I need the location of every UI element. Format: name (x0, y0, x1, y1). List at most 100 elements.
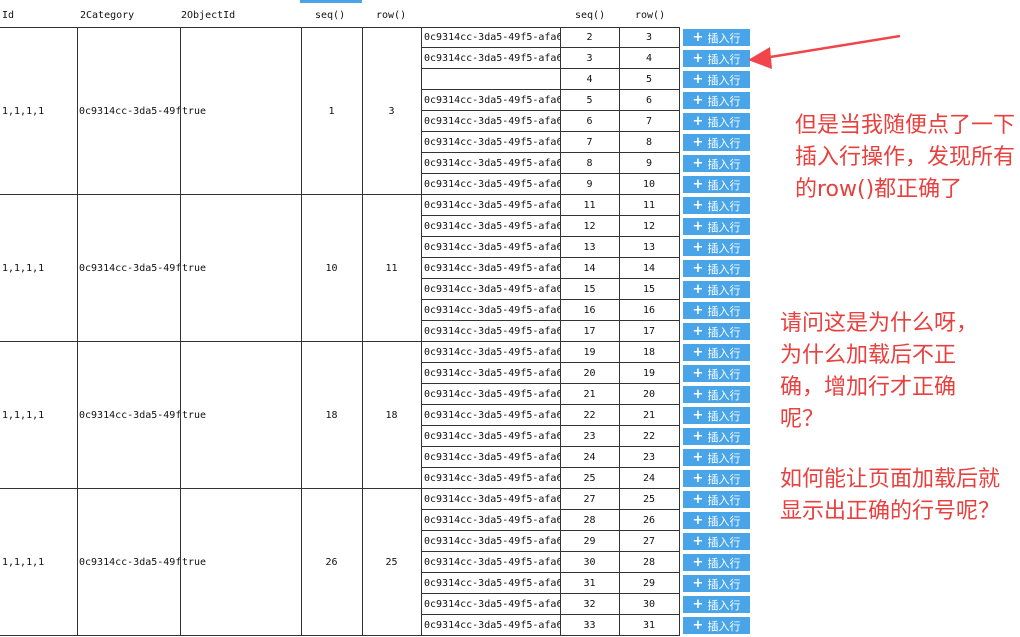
insert-row-button[interactable]: + 插入行 (683, 176, 750, 193)
row-seq-cell: 17 (560, 321, 620, 342)
row-row-cell: 11 (619, 195, 680, 216)
row-row-cell: 3 (619, 27, 680, 48)
row-seq-cell: 8 (560, 153, 620, 174)
insert-row-button[interactable]: + 插入行 (683, 113, 750, 130)
row-seq-cell: 15 (560, 279, 620, 300)
insert-row-button[interactable]: + 插入行 (683, 29, 750, 46)
annotation-note-2: 请问这是为什么呀，为什么加载后不正确，增加行才正确呢？ (780, 311, 979, 432)
row-id-cell: 0c9314cc-3da5-49f5-afa6 (421, 531, 561, 552)
plus-icon: + (692, 114, 704, 129)
insert-row-button[interactable]: + 插入行 (683, 428, 750, 445)
plus-icon: + (692, 513, 704, 528)
header-seq: seq() (315, 10, 346, 21)
row-row-cell: 22 (619, 426, 680, 447)
insert-row-button[interactable]: + 插入行 (683, 596, 750, 613)
insert-row-button[interactable]: + 插入行 (683, 575, 750, 592)
row-seq-cell: 14 (560, 258, 620, 279)
insert-row-button[interactable]: + 插入行 (683, 239, 750, 256)
row-id-cell: 0c9314cc-3da5-49f5-afa6 (421, 468, 561, 489)
insert-row-label: 插入行 (707, 304, 741, 318)
insert-row-button[interactable]: + 插入行 (683, 71, 750, 88)
insert-row-button[interactable]: + 插入行 (683, 302, 750, 319)
row-seq-cell: 33 (560, 615, 620, 636)
insert-row-button[interactable]: + 插入行 (683, 365, 750, 382)
insert-row-label: 插入行 (707, 157, 741, 171)
row-row-cell: 21 (619, 405, 680, 426)
row-seq-cell: 24 (560, 447, 620, 468)
insert-row-button[interactable]: + 插入行 (683, 386, 750, 403)
insert-row-button[interactable]: + 插入行 (683, 92, 750, 109)
row-seq-cell: 5 (560, 90, 620, 111)
insert-row-label: 插入行 (707, 94, 741, 108)
insert-row-label: 插入行 (707, 136, 741, 150)
insert-row-button[interactable]: + 插入行 (683, 407, 750, 424)
insert-row-button[interactable]: + 插入行 (683, 218, 750, 235)
row-id-cell: 0c9314cc-3da5-49f5-afa6 (421, 216, 561, 237)
row-seq-cell: 27 (560, 489, 620, 510)
insert-row-button[interactable]: + 插入行 (683, 197, 750, 214)
plus-icon: + (692, 534, 704, 549)
row-seq-cell: 28 (560, 510, 620, 531)
group-id-cell: 1,1,1,1 (0, 27, 78, 195)
plus-icon: + (692, 492, 704, 507)
plus-icon: + (692, 198, 704, 213)
insert-row-button[interactable]: + 插入行 (683, 491, 750, 508)
insert-row-button[interactable]: + 插入行 (683, 512, 750, 529)
row-id-cell: 0c9314cc-3da5-49f5-afa6 (421, 48, 561, 69)
insert-row-button[interactable]: + 插入行 (683, 449, 750, 466)
header-row-2: row() (635, 10, 666, 21)
insert-row-button[interactable]: + 插入行 (683, 533, 750, 550)
insert-row-button[interactable]: + 插入行 (683, 323, 750, 340)
insert-row-label: 插入行 (707, 388, 741, 402)
row-seq-cell: 4 (560, 69, 620, 90)
row-id-cell: 0c9314cc-3da5-49f5-afa6 (421, 594, 561, 615)
insert-row-button[interactable]: + 插入行 (683, 344, 750, 361)
group-row-cell: 3 (362, 27, 422, 195)
row-row-cell: 16 (619, 300, 680, 321)
insert-row-button[interactable]: + 插入行 (683, 554, 750, 571)
row-id-cell: 0c9314cc-3da5-49f5-afa6 (421, 237, 561, 258)
plus-icon: + (692, 366, 704, 381)
insert-row-label: 插入行 (707, 409, 741, 423)
row-id-cell: 0c9314cc-3da5-49f5-afa6 (421, 426, 561, 447)
row-id-cell: 0c9314cc-3da5-49f5-afa6 (421, 195, 561, 216)
group-id-cell: 1,1,1,1 (0, 195, 78, 342)
insert-row-label: 插入行 (707, 73, 741, 87)
group-seq-cell: 18 (301, 342, 363, 489)
row-seq-cell: 23 (560, 426, 620, 447)
row-row-cell: 17 (619, 321, 680, 342)
insert-row-button[interactable]: + 插入行 (683, 260, 750, 277)
row-row-cell: 31 (619, 615, 680, 636)
row-row-cell: 7 (619, 111, 680, 132)
row-seq-cell: 16 (560, 300, 620, 321)
row-id-cell: 0c9314cc-3da5-49f5-afa6 (421, 342, 561, 363)
insert-row-button[interactable]: + 插入行 (683, 134, 750, 151)
insert-row-button[interactable]: + 插入行 (683, 281, 750, 298)
insert-row-button[interactable]: + 插入行 (683, 470, 750, 487)
insert-row-button[interactable]: + 插入行 (683, 50, 750, 67)
insert-row-button[interactable]: + 插入行 (683, 617, 750, 634)
plus-icon: + (692, 471, 704, 486)
row-row-cell: 18 (619, 342, 680, 363)
row-seq-cell: 19 (560, 342, 620, 363)
plus-icon: + (692, 156, 704, 171)
row-id-cell: 0c9314cc-3da5-49f5-afa6 (421, 573, 561, 594)
plus-icon: + (692, 345, 704, 360)
row-seq-cell: 30 (560, 552, 620, 573)
plus-icon: + (692, 72, 704, 87)
plus-icon: + (692, 576, 704, 591)
insert-row-button[interactable]: + 插入行 (683, 155, 750, 172)
plus-icon: + (692, 429, 704, 444)
row-seq-cell: 12 (560, 216, 620, 237)
row-row-cell: 30 (619, 594, 680, 615)
group-object-id-cell: true (180, 489, 302, 636)
row-row-cell: 25 (619, 489, 680, 510)
insert-row-label: 插入行 (707, 31, 741, 45)
row-id-cell: 0c9314cc-3da5-49f5-afa6 (421, 27, 561, 48)
insert-row-label: 插入行 (707, 52, 741, 66)
insert-row-label: 插入行 (707, 430, 741, 444)
row-id-cell: 0c9314cc-3da5-49f5-afa6 (421, 279, 561, 300)
row-id-cell: 0c9314cc-3da5-49f5-afa6 (421, 321, 561, 342)
plus-icon: + (692, 450, 704, 465)
row-id-cell: 0c9314cc-3da5-49f5-afa6 (421, 174, 561, 195)
